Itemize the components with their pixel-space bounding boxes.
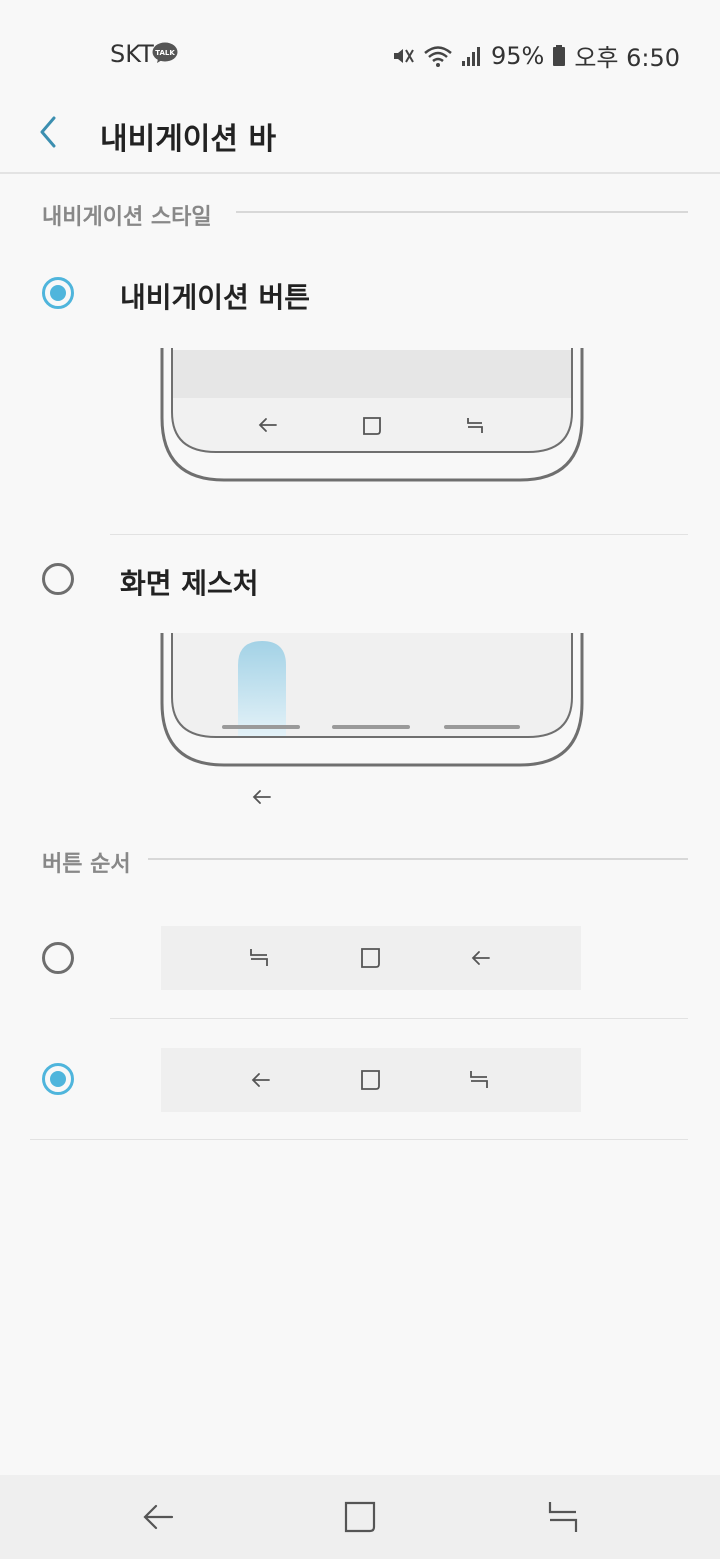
divider bbox=[30, 1139, 688, 1140]
carrier-label: SKT bbox=[110, 40, 154, 68]
battery-percent: 95% bbox=[490, 41, 545, 70]
nav-home-icon[interactable] bbox=[342, 1499, 378, 1535]
back-chevron-icon[interactable] bbox=[30, 112, 70, 152]
home-icon bbox=[361, 1070, 380, 1090]
order-preview-1 bbox=[161, 926, 581, 990]
page-title: 내비게이션 바 bbox=[100, 122, 277, 157]
status-icons: 95% 오후 6:50 bbox=[391, 38, 680, 73]
back-icon bbox=[251, 1073, 270, 1087]
nav-buttons-preview bbox=[160, 348, 584, 482]
system-navigation-bar bbox=[0, 1475, 720, 1559]
gesture-preview bbox=[160, 633, 584, 804]
nav-recent-apps-icon[interactable] bbox=[544, 1499, 580, 1535]
back-icon bbox=[471, 951, 490, 965]
home-icon bbox=[361, 948, 380, 968]
recent-apps-icon bbox=[250, 949, 268, 966]
style-option-buttons[interactable]: 내비게이션 버튼 bbox=[0, 240, 720, 510]
option-label: 내비게이션 버튼 bbox=[120, 281, 311, 314]
section-line bbox=[148, 858, 688, 860]
section-line bbox=[236, 211, 688, 213]
header-divider bbox=[0, 172, 720, 174]
style-option-gestures[interactable]: 화면 제스처 bbox=[0, 535, 720, 820]
radio-nav-buttons[interactable] bbox=[42, 277, 74, 309]
wifi-icon bbox=[423, 44, 453, 68]
radio-order-2[interactable] bbox=[42, 1063, 74, 1095]
nav-back-icon[interactable] bbox=[140, 1499, 176, 1535]
radio-gestures[interactable] bbox=[42, 563, 74, 595]
clock: 오후 6:50 bbox=[574, 44, 680, 72]
signal-icon bbox=[461, 44, 483, 68]
option-label: 화면 제스처 bbox=[120, 567, 259, 600]
mute-icon bbox=[391, 44, 415, 68]
battery-icon bbox=[552, 44, 566, 68]
section-header-order: 버튼 순서 bbox=[42, 852, 131, 877]
kakaotalk-icon: TALK bbox=[152, 42, 178, 64]
radio-order-1[interactable] bbox=[42, 942, 74, 974]
order-option-1[interactable] bbox=[0, 905, 720, 1015]
recent-apps-icon bbox=[470, 1071, 488, 1088]
status-bar: SKT TALK 95% 오후 6:50 bbox=[0, 0, 720, 100]
talk-badge-text: TALK bbox=[155, 49, 175, 57]
section-header-style: 내비게이션 스타일 bbox=[42, 205, 212, 230]
order-option-2[interactable] bbox=[0, 1026, 720, 1136]
order-preview-2 bbox=[161, 1048, 581, 1112]
divider bbox=[110, 1018, 688, 1019]
